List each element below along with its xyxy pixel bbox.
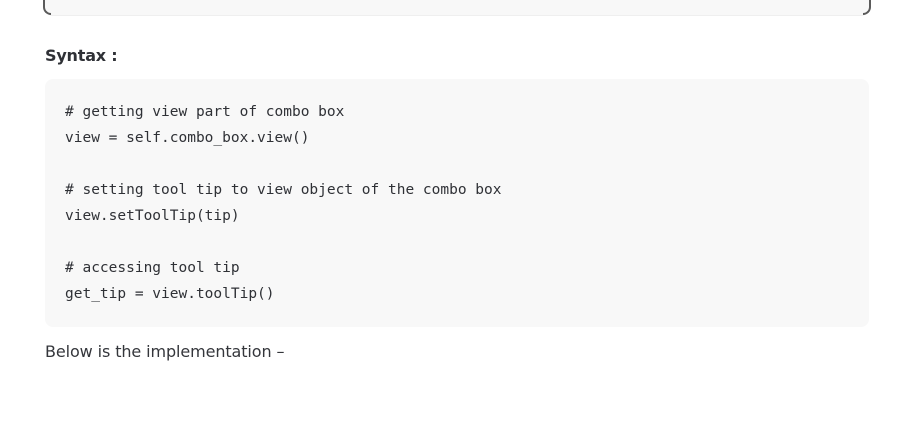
- previous-code-block-edge: [43, 0, 871, 16]
- code-line-set-tooltip: view.setToolTip(tip): [65, 208, 240, 224]
- code-line-comment-access: # accessing tool tip: [65, 260, 240, 276]
- implementation-intro-text: Below is the implementation –: [45, 342, 285, 361]
- code-block: # getting view part of combo box view = …: [45, 79, 869, 327]
- code-line-view-assignment: view = self.combo_box.view(): [65, 130, 310, 146]
- syntax-heading: Syntax :: [45, 46, 118, 65]
- code-line-comment-view: # getting view part of combo box: [65, 104, 345, 120]
- code-line-get-tooltip: get_tip = view.toolTip(): [65, 286, 275, 302]
- code-line-comment-tooltip: # setting tool tip to view object of the…: [65, 182, 502, 198]
